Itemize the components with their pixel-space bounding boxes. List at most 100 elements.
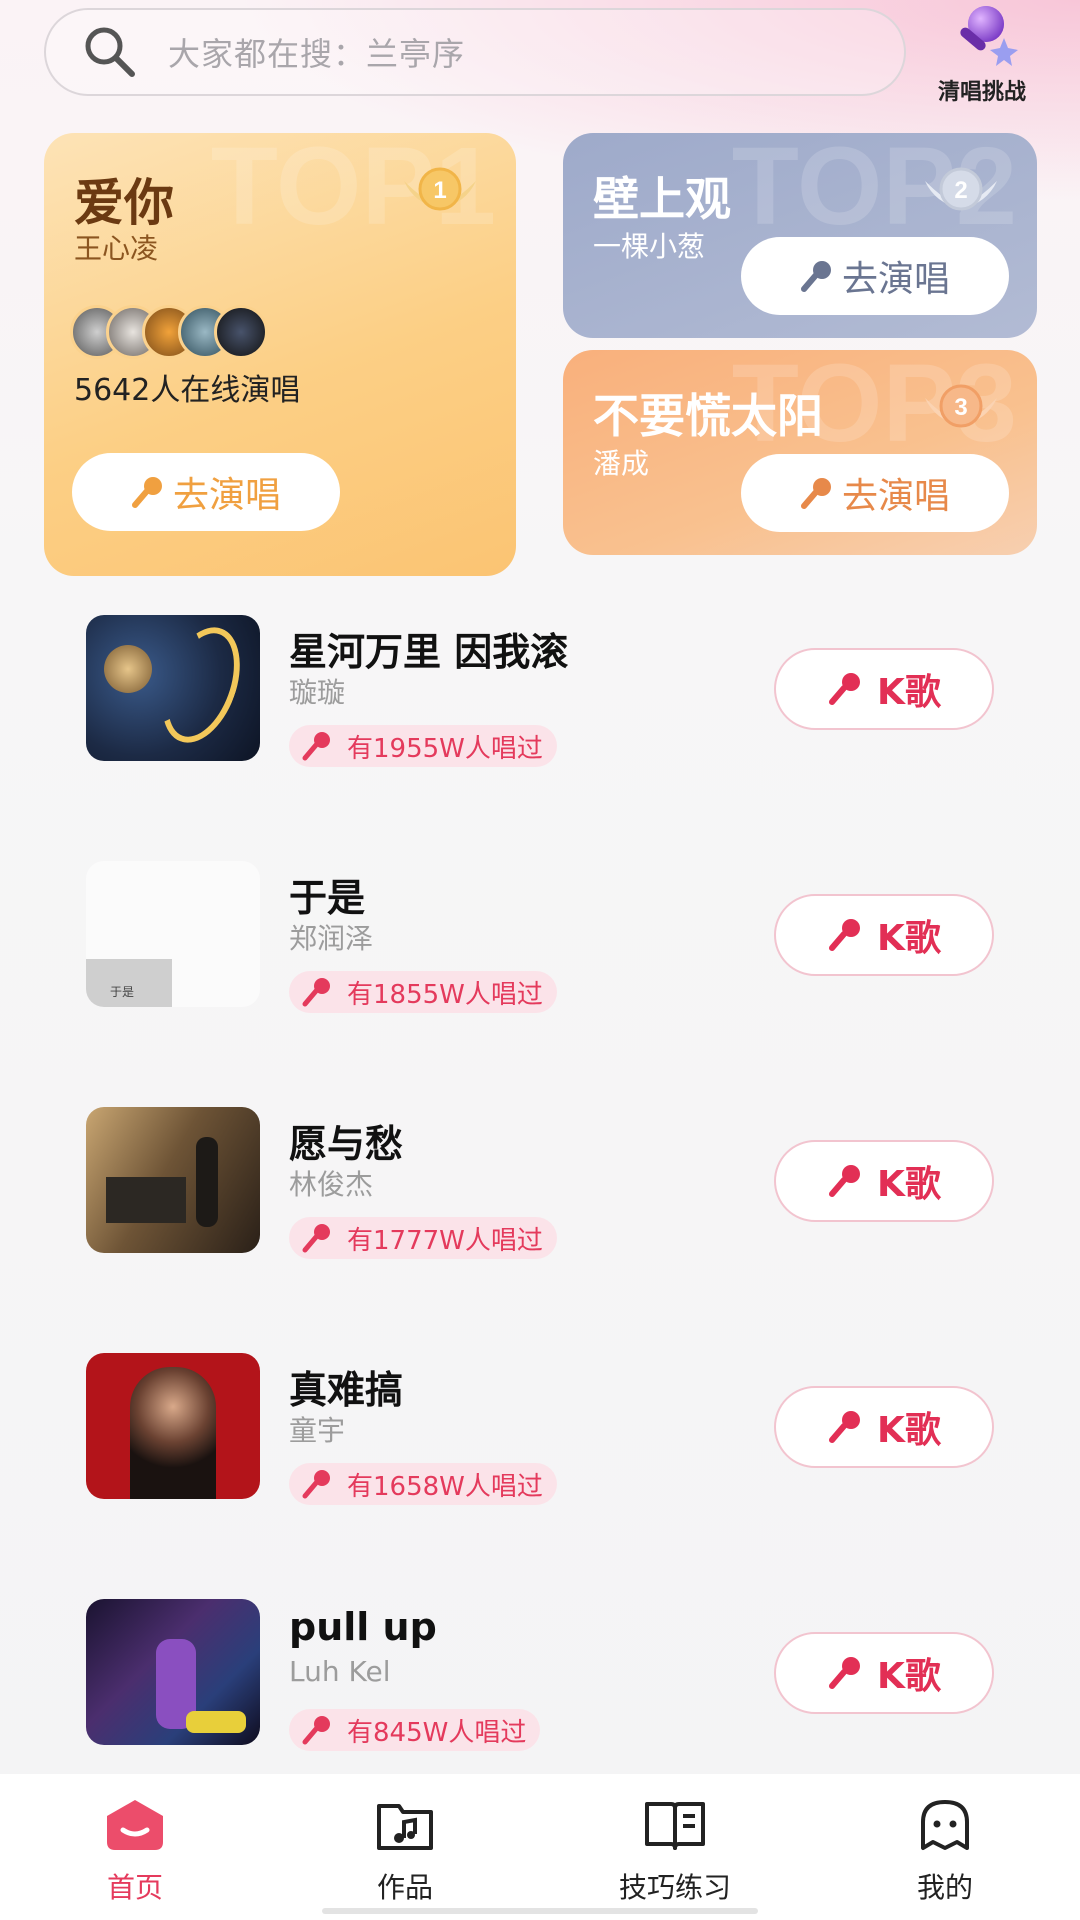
music-folder-icon xyxy=(373,1796,437,1858)
song-row[interactable]: 真难搞 童宇 有1658W人唱过 K歌 xyxy=(0,1353,1080,1513)
sung-count: 有1855W人唱过 xyxy=(347,979,543,1010)
karaoke-label: K歌 xyxy=(877,672,941,713)
microphone-icon xyxy=(302,1470,330,1499)
top-card-artist: 一棵小葱 xyxy=(593,230,706,263)
karaoke-label: K歌 xyxy=(877,918,941,959)
karaoke-button[interactable]: K歌 xyxy=(774,1140,994,1222)
karaoke-button[interactable]: K歌 xyxy=(774,648,994,730)
cover-portrait xyxy=(130,1367,216,1499)
sung-count-badge: 有1955W人唱过 xyxy=(289,725,557,767)
top-card-artist: 王心凌 xyxy=(74,232,159,265)
song-title: 真难搞 xyxy=(289,1368,404,1412)
song-row[interactable]: 愿与愁 林俊杰 有1777W人唱过 K歌 xyxy=(0,1107,1080,1267)
search-placeholder: 大家都在搜：兰亭序 xyxy=(168,35,466,73)
song-cover xyxy=(86,1107,260,1253)
svg-text:3: 3 xyxy=(954,394,967,421)
tab-mine[interactable]: 我的 xyxy=(810,1774,1080,1920)
bottom-tab-bar: 首页 作品 技巧练习 我的 xyxy=(0,1774,1080,1920)
svg-text:2: 2 xyxy=(954,177,967,204)
tab-works[interactable]: 作品 xyxy=(270,1774,540,1920)
top-card-2[interactable]: TOP2 壁上观 一棵小葱 2 去演唱 xyxy=(563,133,1037,338)
search-icon xyxy=(80,22,150,82)
sung-count-badge: 有1777W人唱过 xyxy=(289,1217,557,1259)
song-title: 于是 xyxy=(289,876,366,920)
go-sing-label: 去演唱 xyxy=(172,475,281,516)
sung-count-badge: 有1855W人唱过 xyxy=(289,971,557,1013)
top-card-artist: 潘成 xyxy=(593,447,650,480)
ghost-profile-icon xyxy=(913,1796,977,1858)
microphone-icon xyxy=(302,1224,330,1253)
sung-count-badge: 有845W人唱过 xyxy=(289,1709,541,1751)
cover-caption: 于是 xyxy=(110,985,135,999)
karaoke-label: K歌 xyxy=(877,1410,941,1451)
microphone-icon xyxy=(800,478,831,509)
book-icon xyxy=(643,1796,707,1858)
cover-badge xyxy=(186,1711,246,1733)
sung-count: 有1955W人唱过 xyxy=(347,733,543,764)
avatar xyxy=(214,305,268,359)
online-avatars xyxy=(70,305,268,361)
top-card-title: 不要慌太阳 xyxy=(593,389,823,443)
go-sing-label: 去演唱 xyxy=(841,259,950,300)
song-title: pull up xyxy=(289,1605,437,1649)
go-sing-button[interactable]: 去演唱 xyxy=(741,237,1009,315)
go-sing-button[interactable]: 去演唱 xyxy=(741,454,1009,532)
top-card-title: 壁上观 xyxy=(593,172,731,226)
tab-label: 首页 xyxy=(106,1871,163,1904)
go-sing-label: 去演唱 xyxy=(841,476,950,517)
cover-block: 于是 xyxy=(86,959,172,1007)
song-row[interactable]: 星河万里 因我滚 璇璇 有1955W人唱过 K歌 xyxy=(0,615,1080,775)
sung-count: 有845W人唱过 xyxy=(347,1717,527,1748)
song-row[interactable]: 于是 于是 郑润泽 有1855W人唱过 K歌 xyxy=(0,861,1080,1021)
song-title: 愿与愁 xyxy=(289,1122,404,1166)
cover-swirl xyxy=(147,616,255,754)
sung-count-badge: 有1658W人唱过 xyxy=(289,1463,557,1505)
karaoke-button[interactable]: K歌 xyxy=(774,894,994,976)
song-cover xyxy=(86,1599,260,1745)
go-sing-button[interactable]: 去演唱 xyxy=(72,453,340,531)
tab-practice[interactable]: 技巧练习 xyxy=(540,1774,810,1920)
song-artist: 林俊杰 xyxy=(289,1168,374,1201)
karaoke-label: K歌 xyxy=(877,1164,941,1205)
microphone-icon xyxy=(829,1657,861,1689)
microphone-icon xyxy=(942,4,1022,70)
song-artist: 璇璇 xyxy=(289,676,346,709)
home-indicator xyxy=(322,1908,758,1914)
challenge-label: 清唱挑战 xyxy=(937,80,1026,105)
microphone-icon xyxy=(829,919,861,951)
microphone-icon xyxy=(829,1165,861,1197)
song-cover: 于是 xyxy=(86,861,260,1007)
tab-home[interactable]: 首页 xyxy=(0,1774,270,1920)
song-artist: 郑润泽 xyxy=(289,922,374,955)
silver-medal-icon: 2 xyxy=(915,163,1007,219)
song-cover xyxy=(86,1353,260,1499)
sung-count: 有1658W人唱过 xyxy=(347,1471,543,1502)
top-card-3[interactable]: TOP3 不要慌太阳 潘成 3 去演唱 xyxy=(563,350,1037,555)
sung-count: 有1777W人唱过 xyxy=(347,1225,543,1256)
karaoke-label: K歌 xyxy=(877,1656,941,1697)
tab-label: 技巧练习 xyxy=(618,1871,731,1904)
karaoke-button[interactable]: K歌 xyxy=(774,1632,994,1714)
gold-medal-icon: 1 xyxy=(394,163,486,219)
karaoke-button[interactable]: K歌 xyxy=(774,1386,994,1468)
song-artist: 童宇 xyxy=(289,1414,346,1447)
search-bar[interactable]: 大家都在搜：兰亭序 xyxy=(44,8,906,96)
online-count: 5642人在线演唱 xyxy=(74,373,301,408)
microphone-icon xyxy=(302,732,330,761)
cover-planet xyxy=(104,645,152,693)
home-icon xyxy=(103,1796,167,1858)
acapella-challenge-button[interactable]: 清唱挑战 xyxy=(912,4,1052,105)
tab-label: 作品 xyxy=(376,1871,433,1904)
svg-text:1: 1 xyxy=(433,177,446,204)
tab-label: 我的 xyxy=(916,1871,973,1904)
microphone-icon xyxy=(829,1411,861,1443)
top-card-1[interactable]: TOP1 爱你 王心凌 1 5642人在线演唱 去演唱 xyxy=(44,133,516,576)
song-title: 星河万里 因我滚 xyxy=(289,630,569,674)
song-artist: Luh Kel xyxy=(289,1655,391,1688)
top-card-title: 爱你 xyxy=(74,174,174,232)
microphone-icon xyxy=(131,477,162,508)
song-row[interactable]: pull up Luh Kel 有845W人唱过 K歌 xyxy=(0,1599,1080,1759)
microphone-icon xyxy=(302,1716,330,1745)
cover-figure xyxy=(196,1137,218,1227)
microphone-icon xyxy=(829,673,861,705)
